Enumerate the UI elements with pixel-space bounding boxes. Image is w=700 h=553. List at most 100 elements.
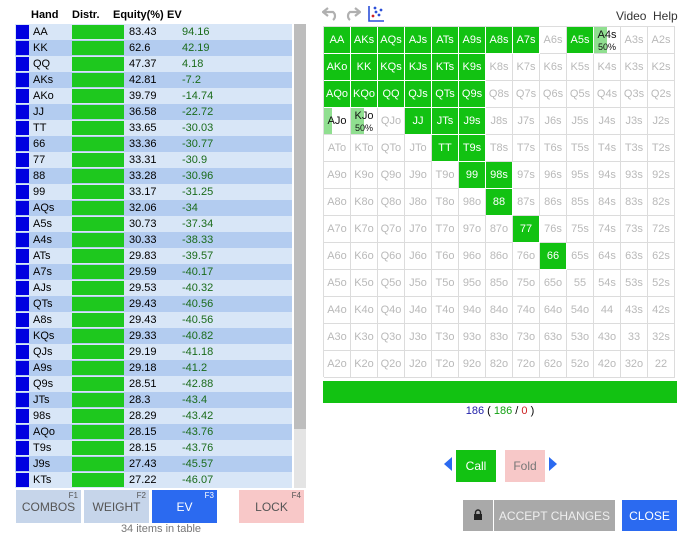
matrix-cell-T9s[interactable]: T9s bbox=[459, 135, 486, 162]
matrix-cell-53s[interactable]: 53s bbox=[621, 270, 648, 297]
matrix-cell-54o[interactable]: 54o bbox=[567, 297, 594, 324]
matrix-cell-86s[interactable]: 86s bbox=[540, 189, 567, 216]
matrix-cell-93s[interactable]: 93s bbox=[621, 162, 648, 189]
matrix-cell-33[interactable]: 33 bbox=[621, 324, 648, 351]
table-row[interactable]: AQs 32.06 -34 bbox=[15, 200, 292, 216]
matrix-cell-Q3o[interactable]: Q3o bbox=[378, 324, 405, 351]
matrix-cell-87o[interactable]: 87o bbox=[486, 216, 513, 243]
accept-changes-button[interactable]: ACCEPT CHANGES bbox=[494, 500, 615, 531]
matrix-cell-52s[interactable]: 52s bbox=[648, 270, 675, 297]
matrix-cell-73o[interactable]: 73o bbox=[513, 324, 540, 351]
matrix-cell-Q2s[interactable]: Q2s bbox=[648, 81, 675, 108]
matrix-cell-T8o[interactable]: T8o bbox=[432, 189, 459, 216]
matrix-cell-88[interactable]: 88 bbox=[486, 189, 513, 216]
table-row[interactable]: ATs 29.83 -39.57 bbox=[15, 248, 292, 264]
table-row[interactable]: AKs 42.81 -7.2 bbox=[15, 72, 292, 88]
matrix-cell-T6o[interactable]: T6o bbox=[432, 243, 459, 270]
matrix-cell-K5o[interactable]: K5o bbox=[351, 270, 378, 297]
table-row[interactable]: AQo 28.15 -43.76 bbox=[15, 424, 292, 440]
matrix-cell-A2o[interactable]: A2o bbox=[324, 351, 351, 378]
call-button[interactable]: Call bbox=[456, 450, 496, 482]
matrix-cell-T7o[interactable]: T7o bbox=[432, 216, 459, 243]
matrix-cell-52o[interactable]: 52o bbox=[567, 351, 594, 378]
matrix-cell-32s[interactable]: 32s bbox=[648, 324, 675, 351]
matrix-cell-J5o[interactable]: J5o bbox=[405, 270, 432, 297]
matrix-cell-QJo[interactable]: QJo bbox=[378, 108, 405, 135]
matrix-cell-74s[interactable]: 74s bbox=[594, 216, 621, 243]
matrix-cell-KK[interactable]: KK bbox=[351, 54, 378, 81]
matrix-cell-65o[interactable]: 65o bbox=[540, 270, 567, 297]
col-hand-header[interactable]: Hand bbox=[31, 9, 59, 21]
matrix-cell-97s[interactable]: 97s bbox=[513, 162, 540, 189]
table-row[interactable]: AA 83.43 94.16 bbox=[15, 24, 292, 40]
matrix-cell-Q4o[interactable]: Q4o bbox=[378, 297, 405, 324]
matrix-cell-AJs[interactable]: AJs bbox=[405, 27, 432, 54]
matrix-cell-T5o[interactable]: T5o bbox=[432, 270, 459, 297]
matrix-cell-Q3s[interactable]: Q3s bbox=[621, 81, 648, 108]
matrix-cell-J3o[interactable]: J3o bbox=[405, 324, 432, 351]
matrix-cell-96o[interactable]: 96o bbox=[459, 243, 486, 270]
matrix-cell-J7o[interactable]: J7o bbox=[405, 216, 432, 243]
matrix-cell-87s[interactable]: 87s bbox=[513, 189, 540, 216]
matrix-cell-K9s[interactable]: K9s bbox=[459, 54, 486, 81]
matrix-cell-J9o[interactable]: J9o bbox=[405, 162, 432, 189]
matrix-cell-AKo[interactable]: AKo bbox=[324, 54, 351, 81]
close-button[interactable]: CLOSE bbox=[622, 500, 677, 531]
ev-button[interactable]: F3 EV bbox=[152, 490, 217, 523]
lock-icon-button[interactable] bbox=[463, 500, 493, 531]
matrix-cell-ATs[interactable]: ATs bbox=[432, 27, 459, 54]
matrix-cell-T6s[interactable]: T6s bbox=[540, 135, 567, 162]
col-ev-header[interactable]: EV bbox=[167, 9, 182, 21]
matrix-cell-K8s[interactable]: K8s bbox=[486, 54, 513, 81]
matrix-cell-66[interactable]: 66 bbox=[540, 243, 567, 270]
matrix-cell-T4s[interactable]: T4s bbox=[594, 135, 621, 162]
matrix-cell-82s[interactable]: 82s bbox=[648, 189, 675, 216]
table-row[interactable]: 66 33.36 -30.77 bbox=[15, 136, 292, 152]
matrix-cell-72o[interactable]: 72o bbox=[513, 351, 540, 378]
combos-button[interactable]: F1 COMBOS bbox=[16, 490, 81, 523]
matrix-cell-AA[interactable]: AA bbox=[324, 27, 351, 54]
table-row[interactable]: KTs 27.22 -46.07 bbox=[15, 472, 292, 488]
matrix-cell-K6s[interactable]: K6s bbox=[540, 54, 567, 81]
table-row[interactable]: 99 33.17 -31.25 bbox=[15, 184, 292, 200]
matrix-cell-A6o[interactable]: A6o bbox=[324, 243, 351, 270]
matrix-cell-82o[interactable]: 82o bbox=[486, 351, 513, 378]
table-row[interactable]: A4s 30.33 -38.33 bbox=[15, 232, 292, 248]
matrix-cell-T3o[interactable]: T3o bbox=[432, 324, 459, 351]
matrix-cell-84o[interactable]: 84o bbox=[486, 297, 513, 324]
matrix-cell-63s[interactable]: 63s bbox=[621, 243, 648, 270]
matrix-cell-44[interactable]: 44 bbox=[594, 297, 621, 324]
table-row[interactable]: KK 62.6 42.19 bbox=[15, 40, 292, 56]
matrix-cell-Q7s[interactable]: Q7s bbox=[513, 81, 540, 108]
matrix-cell-AKs[interactable]: AKs bbox=[351, 27, 378, 54]
table-row[interactable]: 98s 28.29 -43.42 bbox=[15, 408, 292, 424]
matrix-cell-J6s[interactable]: J6s bbox=[540, 108, 567, 135]
weight-button[interactable]: F2 WEIGHT bbox=[84, 490, 149, 523]
matrix-cell-A9o[interactable]: A9o bbox=[324, 162, 351, 189]
matrix-cell-KJo[interactable]: KJo 50% bbox=[351, 108, 378, 135]
matrix-cell-A5o[interactable]: A5o bbox=[324, 270, 351, 297]
matrix-cell-A2s[interactable]: A2s bbox=[648, 27, 675, 54]
matrix-cell-J7s[interactable]: J7s bbox=[513, 108, 540, 135]
scatter-chart-icon[interactable] bbox=[367, 5, 385, 23]
matrix-cell-64o[interactable]: 64o bbox=[540, 297, 567, 324]
matrix-cell-Q4s[interactable]: Q4s bbox=[594, 81, 621, 108]
table-row[interactable]: AKo 39.79 -14.74 bbox=[15, 88, 292, 104]
matrix-cell-J6o[interactable]: J6o bbox=[405, 243, 432, 270]
matrix-cell-43s[interactable]: 43s bbox=[621, 297, 648, 324]
matrix-cell-QTo[interactable]: QTo bbox=[378, 135, 405, 162]
matrix-cell-A8o[interactable]: A8o bbox=[324, 189, 351, 216]
matrix-cell-J8s[interactable]: J8s bbox=[486, 108, 513, 135]
matrix-cell-95o[interactable]: 95o bbox=[459, 270, 486, 297]
undo-icon[interactable] bbox=[321, 5, 340, 21]
table-row[interactable]: A7s 29.59 -40.17 bbox=[15, 264, 292, 280]
matrix-cell-J4o[interactable]: J4o bbox=[405, 297, 432, 324]
matrix-cell-Q7o[interactable]: Q7o bbox=[378, 216, 405, 243]
col-distr-header[interactable]: Distr. bbox=[72, 9, 100, 21]
matrix-cell-QQ[interactable]: QQ bbox=[378, 81, 405, 108]
table-row[interactable]: 77 33.31 -30.9 bbox=[15, 152, 292, 168]
matrix-cell-93o[interactable]: 93o bbox=[459, 324, 486, 351]
matrix-cell-97o[interactable]: 97o bbox=[459, 216, 486, 243]
matrix-cell-K7s[interactable]: K7s bbox=[513, 54, 540, 81]
matrix-cell-K2s[interactable]: K2s bbox=[648, 54, 675, 81]
